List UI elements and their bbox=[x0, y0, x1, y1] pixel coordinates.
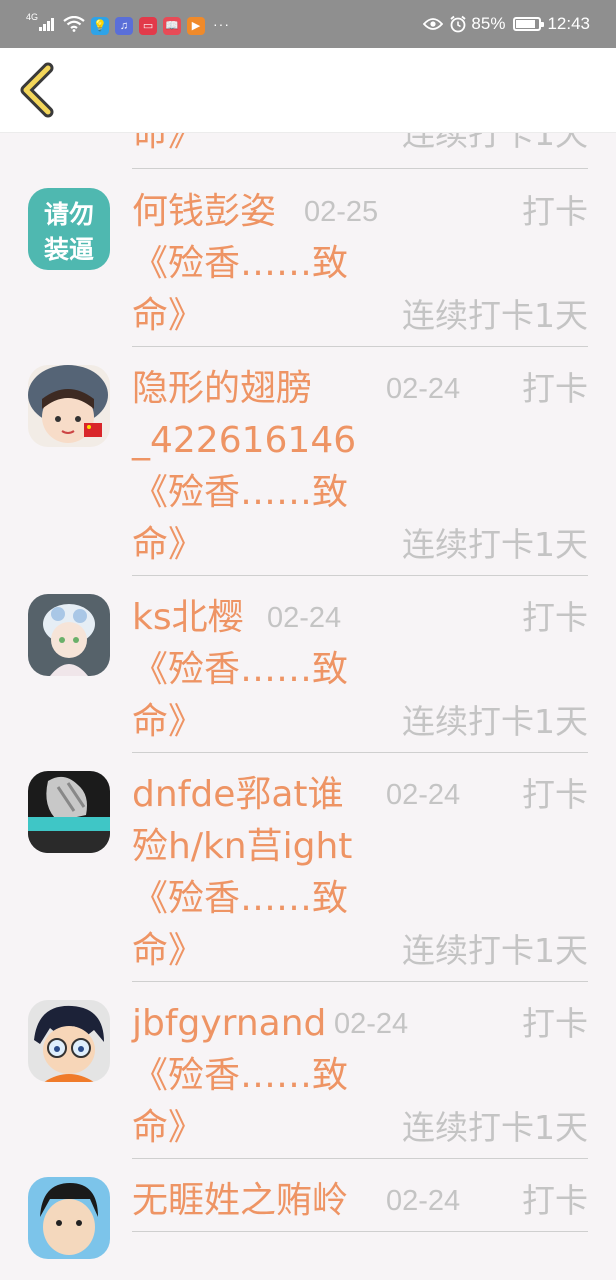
date-text: 02-25 bbox=[304, 196, 379, 228]
book-title-text[interactable]: 《殓香……致 bbox=[132, 644, 588, 696]
status-left: 4G 💡 ♫ ▭ 📖 ▶ ··· bbox=[26, 12, 231, 35]
user-name-text[interactable]: jbfgyrnand bbox=[132, 1003, 326, 1044]
streak-text: 连续打卡1天 bbox=[402, 702, 588, 741]
battery-percent-text: 85% bbox=[471, 14, 506, 33]
book-title-text[interactable]: 《殓香……致 bbox=[132, 1050, 588, 1102]
user-name-continued-text[interactable]: _422616146 bbox=[132, 415, 588, 467]
eye-comfort-icon bbox=[423, 18, 444, 30]
list-item-partial[interactable]: 命》 连续打卡1天 bbox=[0, 132, 616, 170]
music-app-icon: ♫ bbox=[115, 16, 134, 35]
checkin-label: 打卡 bbox=[522, 1181, 588, 1220]
book-title-continued-text[interactable]: 命》 bbox=[132, 524, 204, 565]
checkin-label: 打卡 bbox=[522, 192, 588, 231]
book-title-continued-text[interactable]: 命》 bbox=[132, 295, 204, 336]
video-app-icon: ▶ bbox=[187, 16, 206, 35]
wifi-icon bbox=[63, 16, 85, 32]
status-right: 85% 12:43 bbox=[423, 13, 590, 35]
streak-text: 连续打卡1天 bbox=[402, 1108, 588, 1147]
more-notifications-icon: ··· bbox=[213, 16, 231, 32]
book-title-text: 命》 bbox=[132, 132, 205, 154]
streak-text: 连续打卡1天 bbox=[402, 525, 588, 564]
anime-boy-glasses-avatar[interactable] bbox=[28, 1000, 110, 1082]
signal-strength-icon bbox=[39, 17, 55, 31]
alarm-icon bbox=[450, 15, 466, 33]
checkin-label: 打卡 bbox=[522, 1004, 588, 1043]
book-title-text[interactable]: 《殓香……致 bbox=[132, 467, 588, 519]
streak-text: 连续打卡1天 bbox=[402, 132, 588, 153]
text-avatar[interactable]: 请勿 装逼 bbox=[28, 188, 110, 270]
battery-icon bbox=[513, 17, 545, 31]
cartoon-girl-avatar[interactable] bbox=[28, 365, 110, 447]
network-type-label: 4G bbox=[26, 12, 39, 22]
book-title-continued-text[interactable]: 命》 bbox=[132, 701, 204, 742]
user-name-continued-text[interactable]: 殓h/kn莒ight bbox=[132, 821, 588, 873]
streak-text: 连续打卡1天 bbox=[402, 296, 588, 335]
list-item[interactable]: 隐形的翅膀 02-24 打卡 _422616146 《殓香……致 命》 连续打卡1… bbox=[0, 347, 616, 576]
status-bar: 4G 💡 ♫ ▭ 📖 ▶ ··· 85% 12:43 bbox=[0, 0, 616, 48]
user-name-text[interactable]: 无睚姓之贿岭 bbox=[132, 1180, 348, 1221]
date-text: 02-24 bbox=[386, 779, 461, 811]
chevron-left-icon bbox=[20, 62, 54, 118]
shop-app-icon: ▭ bbox=[139, 16, 158, 35]
book-title-continued-text[interactable]: 命》 bbox=[132, 1107, 204, 1148]
list-item[interactable]: 请勿 装逼 何钱彭姿 02-25 打卡 《殓香……致 命》 连续打卡1天 bbox=[0, 170, 616, 347]
list-item[interactable]: jbfgyrnand 02-24 打卡 《殓香……致 命》 连续打卡1天 bbox=[0, 982, 616, 1159]
list-item[interactable]: ks北樱 02-24 打卡 《殓香……致 命》 连续打卡1天 bbox=[0, 576, 616, 753]
top-navigation-bar bbox=[0, 48, 616, 133]
notification-app-icons: 💡 ♫ ▭ 📖 ▶ bbox=[91, 14, 211, 35]
date-text: 02-24 bbox=[386, 1185, 461, 1217]
book-title-continued-text[interactable]: 命》 bbox=[132, 930, 204, 971]
date-text: 02-24 bbox=[386, 373, 461, 405]
streak-text: 连续打卡1天 bbox=[402, 931, 588, 970]
book-title-text[interactable]: 《殓香……致 bbox=[132, 873, 588, 925]
clock-text: 12:43 bbox=[547, 14, 590, 33]
hand-photo-avatar[interactable] bbox=[28, 771, 110, 853]
date-text: 02-24 bbox=[267, 602, 342, 634]
anime-character-avatar[interactable] bbox=[28, 594, 110, 676]
book-title-text[interactable]: 《殓香……致 bbox=[132, 238, 588, 290]
svg-text:装逼: 装逼 bbox=[44, 235, 94, 264]
user-name-text[interactable]: 隐形的翅膀 bbox=[132, 368, 312, 409]
back-button[interactable] bbox=[14, 62, 66, 118]
user-name-text[interactable]: 何钱彭姿 bbox=[132, 191, 276, 232]
lightbulb-app-icon: 💡 bbox=[91, 16, 110, 35]
checkin-label: 打卡 bbox=[522, 775, 588, 814]
cartoon-boy-avatar[interactable] bbox=[28, 1177, 110, 1259]
list-item[interactable]: dnfde郛at谁 02-24 打卡 殓h/kn莒ight 《殓香……致 命》 连… bbox=[0, 753, 616, 982]
reader-app-icon: 📖 bbox=[163, 16, 182, 35]
checkin-label: 打卡 bbox=[522, 598, 588, 637]
date-text: 02-24 bbox=[334, 1008, 409, 1040]
user-name-text[interactable]: ks北樱 bbox=[132, 597, 244, 638]
svg-text:请勿: 请勿 bbox=[44, 200, 94, 229]
user-name-text[interactable]: dnfde郛at谁 bbox=[132, 774, 344, 815]
checkin-list[interactable]: 命》 连续打卡1天 请勿 装逼 何钱彭姿 02-25 打卡 《殓香……致 命》 … bbox=[0, 132, 616, 1280]
list-item[interactable]: 无睚姓之贿岭 02-24 打卡 bbox=[0, 1159, 616, 1259]
checkin-label: 打卡 bbox=[522, 369, 588, 408]
